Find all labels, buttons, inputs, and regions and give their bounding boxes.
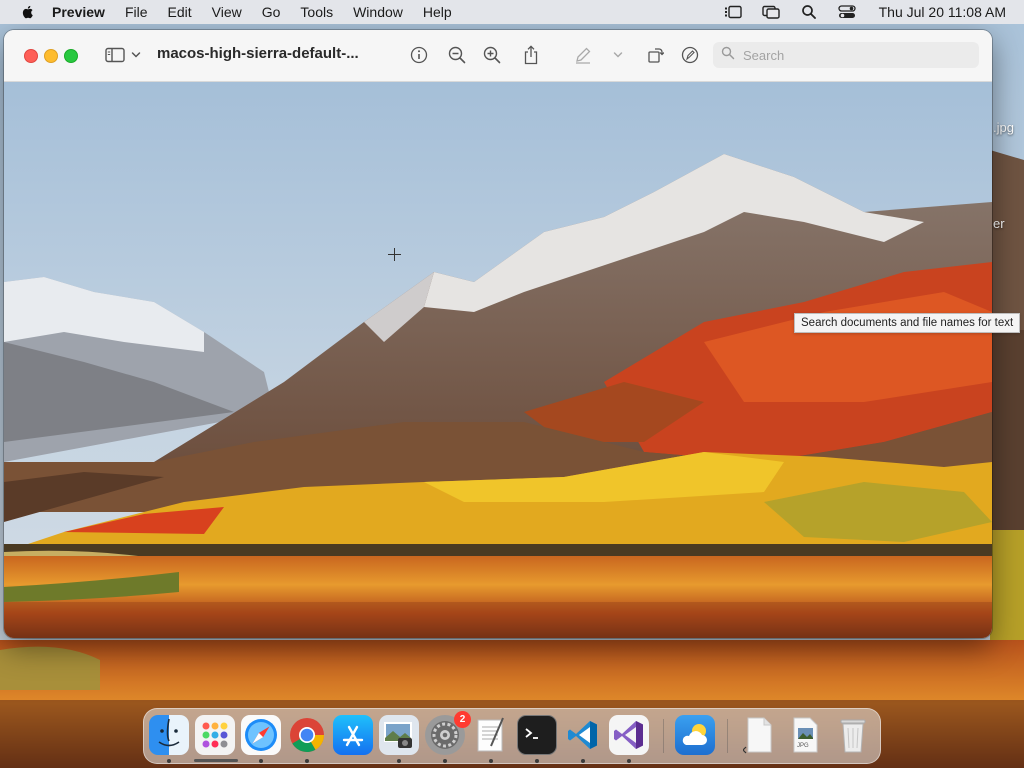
image-canvas[interactable] [4,82,992,638]
launchpad-progress [194,759,238,762]
dock: 2 JPG [143,708,881,764]
chrome-icon[interactable] [287,715,327,755]
notification-badge: 2 [454,711,471,728]
menu-app-name[interactable]: Preview [52,4,105,20]
markup-toolbar-icon[interactable] [679,44,701,66]
visual-studio-icon[interactable] [609,715,649,755]
control-center-icon[interactable] [837,4,857,20]
menu-help[interactable]: Help [423,4,452,20]
share-icon[interactable] [520,44,542,66]
spotlight-search-icon[interactable] [799,4,819,20]
desktop-file-label[interactable]: er [993,216,1005,231]
preview-icon[interactable] [379,715,419,755]
running-indicator [305,759,309,763]
menu-clock[interactable]: Thu Jul 20 11:08 AM [879,4,1006,20]
dock-separator [727,719,728,753]
chevron-down-icon[interactable] [612,44,624,66]
sidebar-toggle-icon[interactable] [104,44,126,66]
crosshair-cursor-icon [388,248,401,266]
search-icon [721,46,735,65]
weather-icon[interactable] [675,715,715,755]
menu-go[interactable]: Go [262,4,281,20]
jpg-file-label: JPG [797,743,809,749]
desktop-file-label[interactable]: .jpg [993,120,1014,135]
textedit-icon[interactable] [471,715,511,755]
running-indicator [535,759,539,763]
app-store-icon[interactable] [333,715,373,755]
safari-icon[interactable] [241,715,281,755]
zoom-button[interactable] [64,49,78,63]
search-field[interactable] [713,42,979,68]
search-tooltip: Search documents and file names for text [794,313,1021,333]
apple-icon[interactable] [20,4,36,20]
rotate-icon[interactable] [644,44,666,66]
launchpad-icon[interactable] [195,715,235,755]
terminal-icon[interactable] [517,715,557,755]
chevron-down-icon[interactable] [130,44,142,66]
menu-edit[interactable]: Edit [168,4,192,20]
running-indicator [581,759,585,763]
running-indicator [259,759,263,763]
running-indicator [627,759,631,763]
minimize-button[interactable] [44,49,58,63]
close-button[interactable] [24,49,38,63]
screen-mirroring-icon[interactable] [761,4,781,20]
jpg-file-icon[interactable]: JPG [785,715,825,755]
zoom-out-icon[interactable] [446,44,468,66]
running-indicator [167,759,171,763]
running-indicator [397,759,401,763]
gear-icon[interactable]: 2 [425,711,471,755]
document-icon[interactable] [739,715,779,755]
vscode-icon[interactable] [563,715,603,755]
markup-pen-icon[interactable] [572,44,594,66]
menu-view[interactable]: View [212,4,242,20]
menu-bar: Preview File Edit View Go Tools Window H… [0,0,1024,24]
dock-separator [663,719,664,753]
document-title[interactable]: macos-high-sierra-default-... [157,45,359,62]
trash-icon[interactable] [833,715,873,755]
search-input[interactable] [741,46,975,64]
finder-icon[interactable] [149,715,189,755]
menu-window[interactable]: Window [353,4,403,20]
window-toolbar: macos-high-sierra-default-... [4,30,992,82]
running-indicator [489,759,493,763]
zoom-in-icon[interactable] [481,44,503,66]
info-icon[interactable] [408,44,430,66]
stage-manager-icon[interactable] [723,4,743,20]
running-indicator [443,759,447,763]
preview-window: macos-high-sierra-default-... [4,30,992,638]
menu-tools[interactable]: Tools [300,4,333,20]
menu-file[interactable]: File [125,4,148,20]
